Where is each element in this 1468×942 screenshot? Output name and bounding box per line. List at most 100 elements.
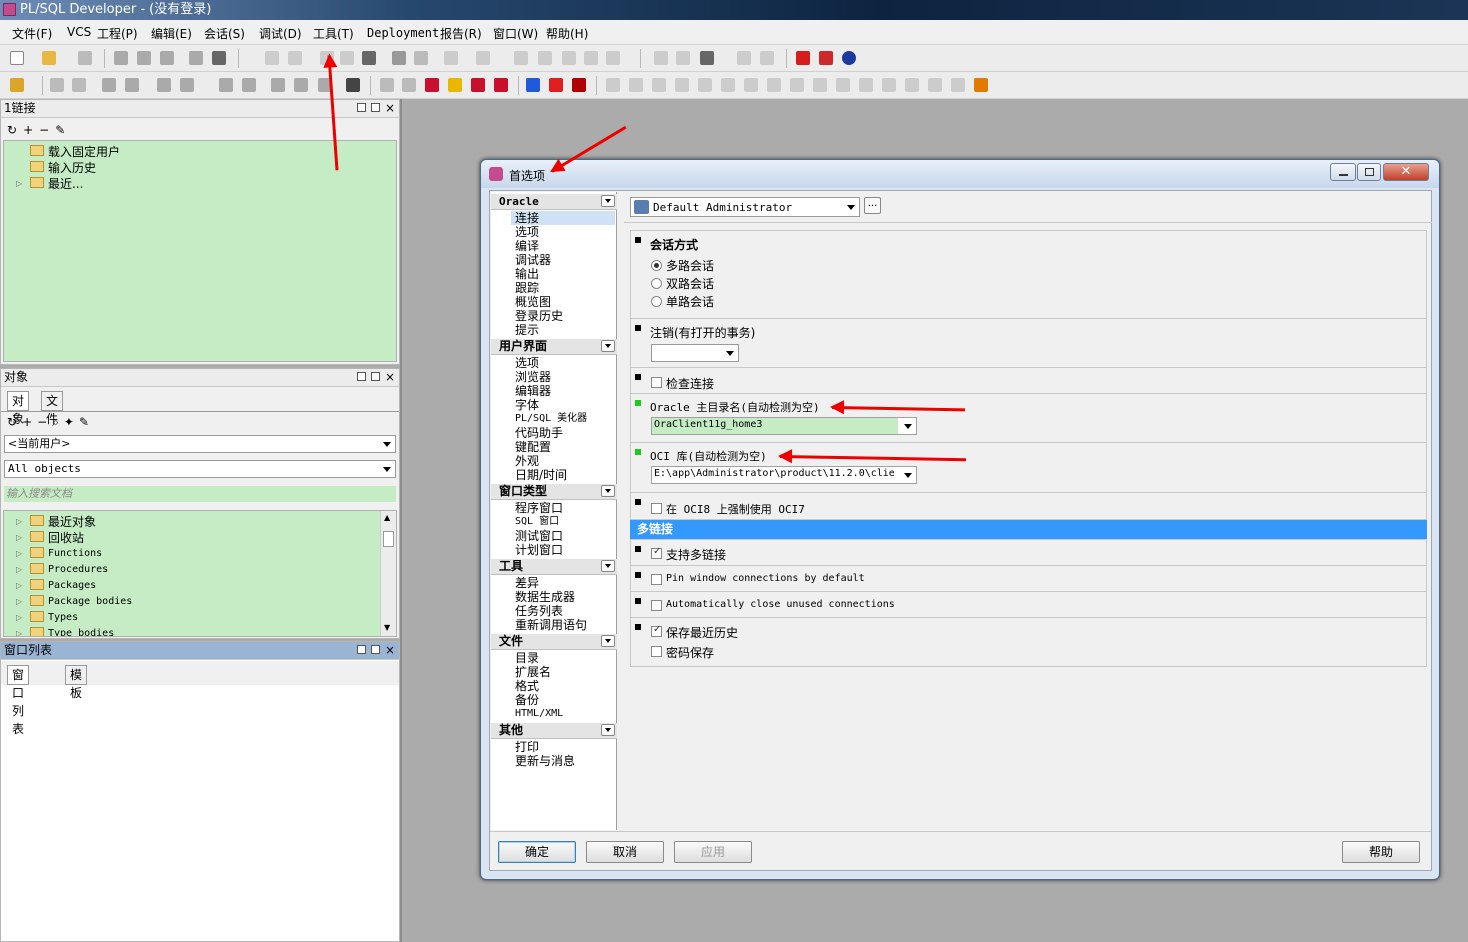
arrow-right-red-icon[interactable] xyxy=(549,78,563,92)
expand-icon[interactable]: ▷ xyxy=(16,565,22,574)
menu-reports[interactable]: 报告(R) xyxy=(440,25,482,42)
refresh-icon[interactable]: ↻ xyxy=(7,123,23,137)
logout-select[interactable] xyxy=(651,344,739,362)
nav-item[interactable]: 备份 xyxy=(515,693,539,707)
new-icon[interactable] xyxy=(10,51,24,65)
key-icon[interactable] xyxy=(10,78,24,92)
menu-edit[interactable]: 编辑(E) xyxy=(151,25,192,42)
expand-icon[interactable]: ▷ xyxy=(16,581,22,590)
profile-more-button[interactable]: ... xyxy=(864,197,881,214)
indent-icon[interactable] xyxy=(444,51,458,65)
compile-icon[interactable] xyxy=(50,78,64,92)
nav-group-header[interactable]: 窗口类型 xyxy=(491,484,617,500)
ok-button[interactable]: 确定 xyxy=(498,841,576,863)
run-to-icon[interactable] xyxy=(675,78,689,92)
nav-item[interactable]: 测试窗口 xyxy=(515,529,563,543)
menu-session[interactable]: 会话(S) xyxy=(204,25,245,42)
owner-select[interactable]: <当前用户> xyxy=(4,435,396,453)
expand-icon[interactable]: ▷ xyxy=(16,629,22,636)
tree-item[interactable]: Packages xyxy=(30,577,96,591)
save-as-icon[interactable] xyxy=(160,51,174,65)
dialog-close-button[interactable]: ✕ xyxy=(1383,163,1429,181)
debug-5-icon[interactable] xyxy=(790,78,804,92)
pin-window-checkbox[interactable] xyxy=(651,574,662,585)
nav-item[interactable]: 重新调用语句 xyxy=(515,618,587,632)
debug-12-icon[interactable] xyxy=(951,78,965,92)
nav-item[interactable]: 编辑器 xyxy=(515,384,551,398)
uppercase-icon[interactable] xyxy=(562,51,576,65)
pin-icon[interactable] xyxy=(371,103,380,112)
nav-item[interactable]: HTML/XML xyxy=(515,707,563,721)
scroll-up-icon[interactable]: ▲ xyxy=(384,513,390,522)
menu-tools[interactable]: 工具(T) xyxy=(313,25,354,42)
tab-files[interactable]: 文件 xyxy=(41,391,64,426)
tree-item-history[interactable]: 输入历史 xyxy=(30,159,96,176)
explain-icon[interactable] xyxy=(242,78,256,92)
minimize-icon[interactable] xyxy=(357,372,366,381)
apply-button[interactable]: 应用 xyxy=(674,841,752,863)
tab-window-list[interactable]: 窗口列表 xyxy=(7,665,30,736)
paste-icon[interactable] xyxy=(362,51,376,65)
remove-icon[interactable]: − xyxy=(37,415,52,429)
collapse-icon[interactable] xyxy=(601,635,615,647)
check-connection-checkbox[interactable] xyxy=(651,377,662,388)
info-icon[interactable] xyxy=(842,51,856,65)
dialog-minimize-button[interactable] xyxy=(1330,163,1356,181)
expand-icon[interactable]: ▷ xyxy=(16,597,22,606)
radio-multi-session[interactable] xyxy=(651,260,662,271)
nav-item[interactable]: 日期/时间 xyxy=(515,468,567,482)
save-icon[interactable] xyxy=(114,51,128,65)
lowercase-icon[interactable] xyxy=(584,51,598,65)
format-icon[interactable] xyxy=(606,51,620,65)
object-filter-select[interactable]: All objects xyxy=(4,460,396,478)
nav-item[interactable]: 更新与消息 xyxy=(515,754,575,768)
pin-icon[interactable] xyxy=(371,645,380,654)
rollback-icon[interactable] xyxy=(125,78,139,92)
error-icon[interactable] xyxy=(471,78,485,92)
arrow-right-blue-icon[interactable] xyxy=(526,78,540,92)
radio-single-session[interactable] xyxy=(651,296,662,307)
cascade-icon[interactable] xyxy=(700,51,714,65)
nav-item[interactable]: 数据生成器 xyxy=(515,590,575,604)
nav-item[interactable]: 编译 xyxy=(515,239,539,253)
close-icon[interactable]: × xyxy=(385,100,395,117)
menu-project[interactable]: 工程(P) xyxy=(97,25,138,42)
tree-item[interactable]: Types xyxy=(30,609,78,623)
nav-item[interactable]: 选项 xyxy=(515,225,539,239)
scroll-thumb[interactable] xyxy=(383,531,394,547)
redo-icon[interactable] xyxy=(288,51,302,65)
tree-item[interactable]: Type bodies xyxy=(30,625,114,636)
menu-vcs[interactable]: VCS xyxy=(67,25,91,39)
break-icon[interactable] xyxy=(425,78,439,92)
nav-item[interactable]: 任务列表 xyxy=(515,604,563,618)
oracle-icon[interactable] xyxy=(796,51,810,65)
comment-icon[interactable] xyxy=(514,51,528,65)
nav-item[interactable]: 概览图 xyxy=(515,295,551,309)
debug-8-icon[interactable] xyxy=(859,78,873,92)
tree-item[interactable]: 回收站 xyxy=(30,529,84,546)
oracle-home-select[interactable]: OraClient11g_home3 xyxy=(651,417,917,435)
run-icon[interactable] xyxy=(402,78,416,92)
debug-11-icon[interactable] xyxy=(928,78,942,92)
tree-item-fixed-users[interactable]: 载入固定用户 xyxy=(30,143,120,160)
collapse-icon[interactable] xyxy=(601,340,615,352)
printer-icon[interactable] xyxy=(212,51,226,65)
describe-icon[interactable] xyxy=(219,78,233,92)
execute-icon[interactable] xyxy=(72,78,86,92)
nav-group-header[interactable]: 文件 xyxy=(491,634,617,650)
report-icon[interactable] xyxy=(294,78,308,92)
nav-item[interactable]: 目录 xyxy=(515,651,539,665)
expand-icon[interactable]: ▷ xyxy=(16,549,22,558)
debug-3-icon[interactable] xyxy=(744,78,758,92)
nav-item[interactable]: 连接 xyxy=(511,211,615,225)
radio-dual-session[interactable] xyxy=(651,278,662,289)
add-icon[interactable]: + xyxy=(23,123,39,137)
nav-group-header[interactable]: 用户界面 xyxy=(491,339,617,355)
search-input[interactable]: 输入搜索文档 xyxy=(4,486,396,502)
collapse-icon[interactable] xyxy=(601,485,615,497)
menu-window[interactable]: 窗口(W) xyxy=(493,25,538,42)
nav-item[interactable]: 浏览器 xyxy=(515,370,551,384)
stop-icon[interactable] xyxy=(494,78,508,92)
minimize-icon[interactable] xyxy=(357,103,366,112)
scrollbar[interactable]: ▲ ▼ xyxy=(380,511,396,636)
